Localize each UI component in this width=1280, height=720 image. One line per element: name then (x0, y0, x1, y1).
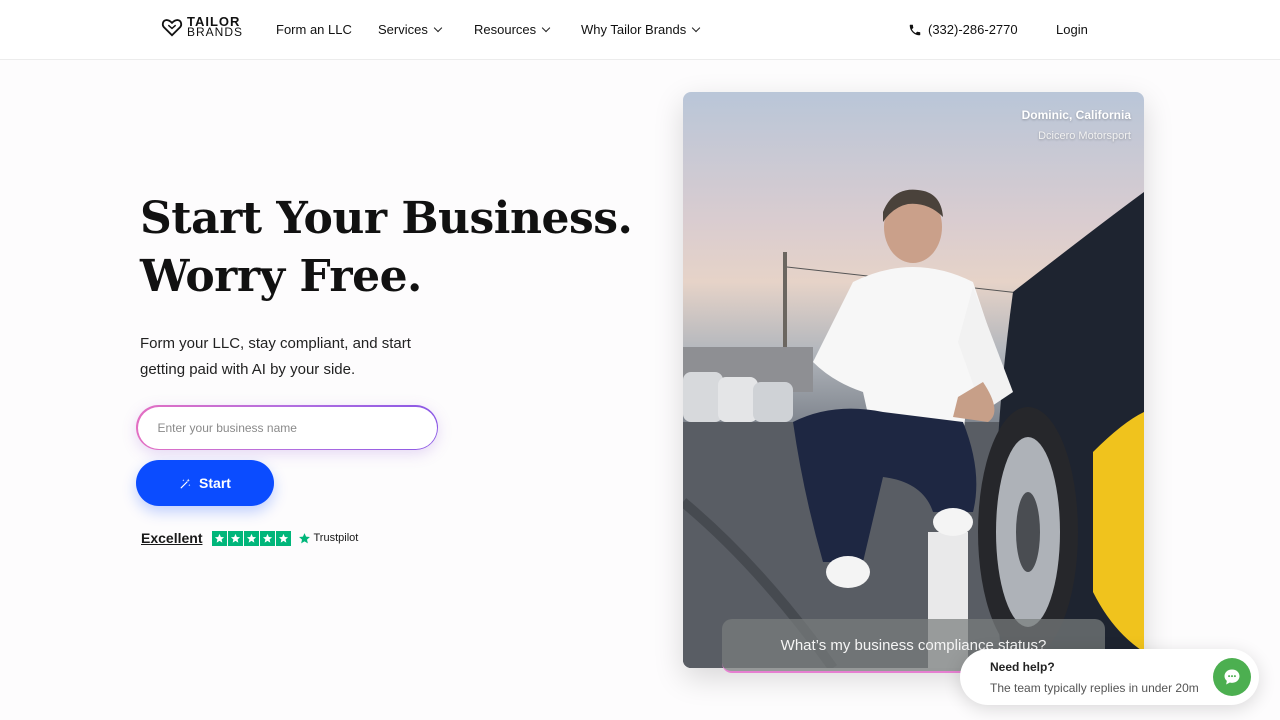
chevron-down-icon (692, 23, 701, 33)
nav-why-tailor-brands[interactable]: Why Tailor Brands (581, 22, 701, 37)
nav-services-label: Services (378, 22, 428, 37)
nav-form-llc[interactable]: Form an LLC (276, 22, 352, 37)
logo-text-line2: BRANDS (187, 25, 244, 39)
hero-headline: Start Your Business. Worry Free. (140, 190, 633, 306)
star-icon (228, 530, 244, 546)
start-button[interactable]: Start (136, 460, 274, 506)
trustpilot-stars (212, 530, 292, 546)
photo-illustration (683, 189, 1144, 668)
photo-caption-company: Dcicero Motorsport (1038, 130, 1131, 142)
start-button-label: Start (199, 475, 231, 491)
login-link[interactable]: Login (1056, 22, 1088, 37)
chevron-down-icon (541, 23, 551, 33)
chat-subtitle: The team typically replies in under 20m (990, 681, 1199, 695)
headline-line-1: Start Your Business. (140, 193, 633, 244)
nav-resources-label: Resources (474, 22, 537, 37)
chevron-down-icon (433, 23, 443, 33)
chat-bubble-icon (1224, 669, 1240, 685)
nav-services[interactable]: Services (378, 22, 443, 37)
star-icon (244, 530, 260, 546)
hero-subtitle: Form your LLC, stay compliant, and start… (140, 335, 411, 378)
site-header: TAILOR BRANDS Form an LLC Services Resou… (0, 0, 1280, 60)
phone-icon (909, 24, 921, 35)
heart-shield-logo-icon (161, 19, 183, 37)
help-chat-widget[interactable]: Need help? The team typically replies in… (960, 649, 1259, 705)
magic-wand-icon (180, 478, 191, 488)
trustpilot-brand-text: Trustpilot (313, 532, 359, 544)
chat-title: Need help? (990, 660, 1055, 674)
trustpilot-star-icon (299, 532, 311, 543)
photo-caption-name: Dominic, California (1021, 108, 1131, 122)
star-icon (260, 530, 276, 546)
nav-form-llc-label: Form an LLC (276, 22, 352, 37)
nav-why-tailor-brands-label: Why Tailor Brands (581, 22, 687, 37)
headline-line-2: Worry Free. (140, 251, 422, 302)
star-icon (212, 530, 228, 546)
nav-resources[interactable]: Resources (474, 22, 551, 37)
phone-number: (332)-286-2770 (928, 22, 1018, 37)
business-name-input[interactable] (137, 406, 437, 449)
tailor-brands-logo[interactable]: TAILOR BRANDS (161, 15, 244, 39)
customer-photo: Dominic, California Dcicero Motorsport (683, 92, 1144, 668)
trustpilot-rating[interactable]: Excellent Trustpilot (141, 530, 358, 546)
trust-rating-label: Excellent (141, 530, 203, 546)
phone-link[interactable]: (332)-286-2770 (908, 22, 1018, 37)
star-icon (276, 530, 292, 546)
business-name-field-wrapper (136, 405, 438, 450)
trustpilot-logo: Trustpilot (298, 532, 358, 545)
chat-open-button[interactable] (1213, 658, 1251, 696)
